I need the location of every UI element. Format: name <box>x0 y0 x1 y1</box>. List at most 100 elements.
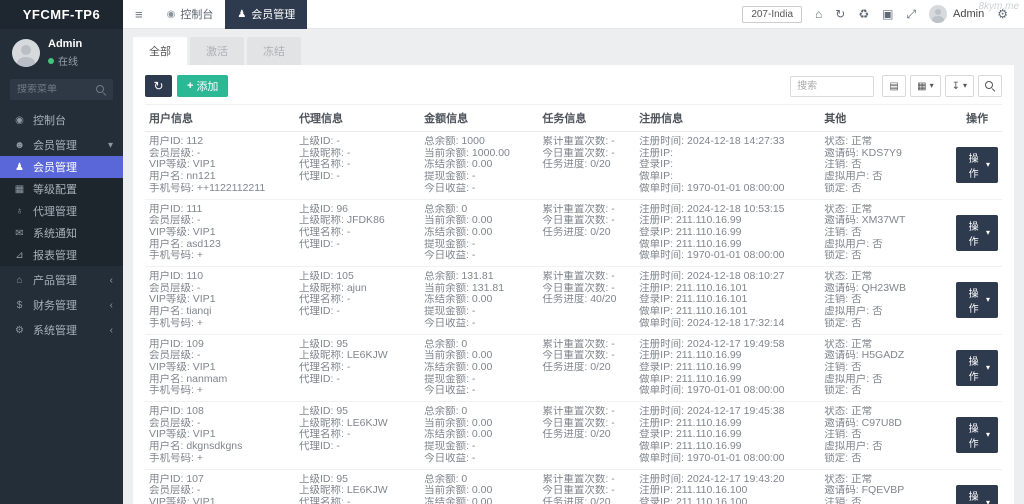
field-label: 做单IP: <box>639 171 673 182</box>
field-line: 注销: 否 <box>824 429 948 441</box>
field-value: - <box>336 239 340 250</box>
field-value: 0/20 <box>590 159 610 170</box>
sidebar-item-report[interactable]: ⊿报表管理 <box>0 244 123 266</box>
admin-menu[interactable]: Admin <box>929 5 984 23</box>
status-tab-all[interactable]: 全部 <box>133 37 187 65</box>
status-tabs: 全部激活冻结 <box>133 37 1014 65</box>
row-action-button[interactable]: 操作▾ <box>956 485 998 504</box>
search-icon-button[interactable] <box>978 75 1002 97</box>
field-value: - <box>336 441 340 452</box>
field-value: C97U8D <box>862 418 902 429</box>
field-value: 1000.00 <box>472 148 510 159</box>
field-line: 登录IP: 211.110.16.101 <box>639 294 816 306</box>
field-label: 锁定: <box>824 183 851 194</box>
field-value: 否 <box>872 441 883 452</box>
columns-icon-button[interactable]: ▦▾ <box>910 75 940 97</box>
sidebar-item-system[interactable]: ⚙系统管理‹ <box>0 319 123 341</box>
home-icon[interactable]: ⌂ <box>815 8 822 20</box>
sidebar-item-member[interactable]: ♟会员管理 <box>0 156 123 178</box>
sidebar-item-member-group[interactable]: ☻会员管理▾ <box>0 134 123 156</box>
field-line: 今日收益: - <box>424 385 534 397</box>
status-tab-frozen[interactable]: 冻结 <box>247 37 301 65</box>
row-action-button[interactable]: 操作▾ <box>956 215 998 251</box>
field-value: - <box>472 453 476 464</box>
sidebar-search-input[interactable] <box>17 84 96 95</box>
field-line: 做单时间: 1970-01-01 08:00:00 <box>639 453 816 465</box>
refresh-button[interactable] <box>145 75 172 97</box>
field-line: 总余额: 131.81 <box>424 271 534 283</box>
field-value: 0.00 <box>472 215 492 226</box>
field-label: 用户ID: <box>149 204 186 215</box>
field-line: 会员层级: - <box>149 215 291 227</box>
field-line: 邀请码: KDS7Y9 <box>824 148 948 160</box>
other-info-cell: 状态: 正常邀请码: H5GADZ注销: 否虚拟用户: 否锁定: 否 <box>820 334 952 402</box>
field-line: 邀请码: QH23WB <box>824 283 948 295</box>
field-value: LE6KJW <box>347 485 388 496</box>
top-tab-console[interactable]: ◉控制台 <box>155 0 226 29</box>
field-label: VIP等级: <box>149 159 193 170</box>
fullscreen-icon[interactable]: ⤢ <box>906 8 916 20</box>
column-header-action: 操作 <box>952 105 1002 132</box>
sidebar-item-finance[interactable]: $财务管理‹ <box>0 294 123 316</box>
field-label: 总余额: <box>424 136 461 147</box>
clipboard-icon[interactable]: ▣ <box>882 8 893 20</box>
field-value: - <box>472 374 476 385</box>
field-label: 代理名称: <box>299 159 347 170</box>
trash-icon[interactable]: ♻ <box>858 8 869 20</box>
export-icon: ↧ <box>952 81 960 92</box>
table-row: 用户ID: 107会员层级: -VIP等级: VIP1用户名: ghfjsght… <box>145 469 1002 504</box>
export-icon-button[interactable]: ↧▾ <box>945 75 974 97</box>
list-view-icon-button[interactable]: ▤ <box>882 75 906 97</box>
status-tab-active[interactable]: 激活 <box>190 37 244 65</box>
field-line: 提现金额: - <box>424 306 534 318</box>
field-label: 任务进度: <box>542 294 590 305</box>
table-row: 用户ID: 111会员层级: -VIP等级: VIP1用户名: asd123手机… <box>145 199 1002 267</box>
field-label: 提现金额: <box>424 441 472 452</box>
add-button[interactable]: 添加 <box>177 75 228 97</box>
task-info-cell: 累计重置次数: -今日重置次数: -任务进度: 0/20 <box>538 469 635 504</box>
field-line: 代理ID: - <box>299 171 416 183</box>
field-value: 112 <box>186 136 203 147</box>
row-action-label: 操作 <box>964 353 983 383</box>
field-label: 总余额: <box>424 271 461 282</box>
sidebar-item-level-config[interactable]: ▦等级配置 <box>0 178 123 200</box>
field-label: 锁定: <box>824 453 851 464</box>
field-value: 2024-12-18 17:32:14 <box>687 318 785 329</box>
field-label: 手机号码: <box>149 385 197 396</box>
register-info-cell: 注册时间: 2024-12-18 08:10:27注册IP: 211.110.1… <box>635 267 820 335</box>
field-label: 用户ID: <box>149 339 186 350</box>
field-value: 否 <box>851 294 862 305</box>
row-action-button[interactable]: 操作▾ <box>956 417 998 453</box>
field-value: - <box>611 474 615 485</box>
field-label: 手机号码: <box>149 183 197 194</box>
table-search-input[interactable] <box>790 76 874 97</box>
field-label: 用户名: <box>149 171 186 182</box>
field-line: 代理ID: - <box>299 239 416 251</box>
hamburger-icon[interactable] <box>123 7 155 22</box>
field-label: 状态: <box>824 406 851 417</box>
field-value: - <box>347 227 351 238</box>
field-value: tianqi <box>186 306 211 317</box>
sidebar-item-product[interactable]: ⌂产品管理‹ <box>0 269 123 291</box>
field-line: 今日重置次数: - <box>542 485 631 497</box>
row-action-button[interactable]: 操作▾ <box>956 147 998 183</box>
field-value: VIP1 <box>193 294 216 305</box>
sidebar-item-agent[interactable]: ♁代理管理 <box>0 200 123 222</box>
row-action-button[interactable]: 操作▾ <box>956 350 998 386</box>
field-label: 邀请码: <box>824 485 861 496</box>
field-label: 上级昵称: <box>299 418 347 429</box>
sidebar-menu: ◉控制台 ☻会员管理▾♟会员管理▦等级配置♁代理管理✉系统通知⊿报表管理 ⌂产品管理… <box>0 109 123 341</box>
sitemap-icon: ♁ <box>13 206 26 217</box>
field-line: 当前余额: 0.00 <box>424 215 534 227</box>
field-line: 登录IP: 211.110.16.100 <box>639 497 816 504</box>
field-line: 虚拟用户: 否 <box>824 306 948 318</box>
top-tab-member[interactable]: ♟会员管理 <box>225 0 307 29</box>
refresh-icon[interactable]: ↻ <box>835 8 845 20</box>
sidebar-item-notice[interactable]: ✉系统通知 <box>0 222 123 244</box>
line-select-button[interactable]: 207-India <box>742 6 802 23</box>
field-value: - <box>472 171 476 182</box>
field-line: 上级昵称: JFDK86 <box>299 215 416 227</box>
row-action-button[interactable]: 操作▾ <box>956 282 998 318</box>
field-line: 代理ID: - <box>299 306 416 318</box>
sidebar-item-console[interactable]: ◉控制台 <box>0 109 123 131</box>
